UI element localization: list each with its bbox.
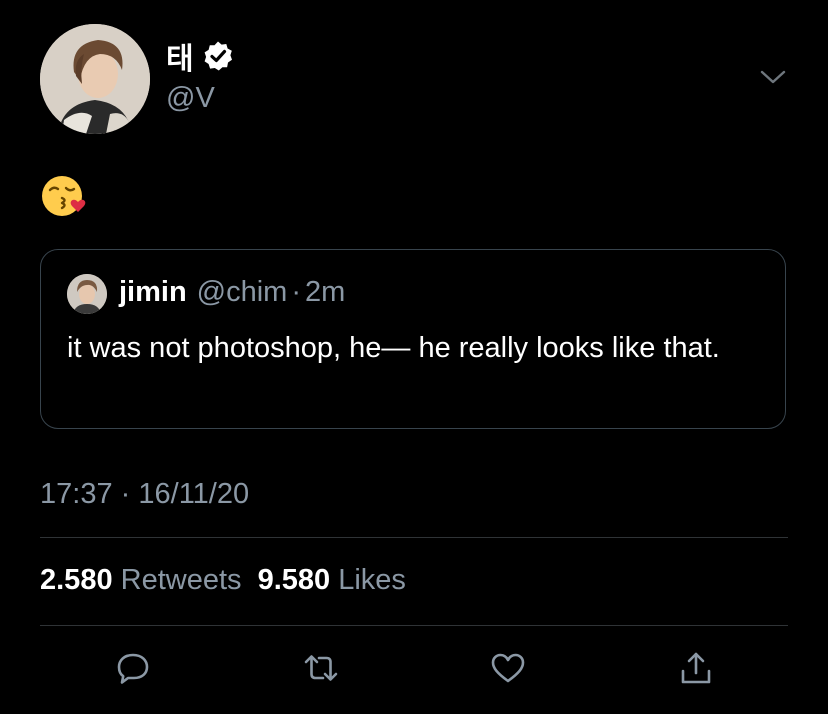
quoted-tweet-text: it was not photoshop, he— he really look… — [67, 332, 720, 364]
like-button[interactable] — [486, 648, 530, 692]
heart-icon — [489, 649, 527, 692]
chevron-down-icon[interactable] — [758, 64, 788, 88]
quoted-separator: · — [291, 276, 302, 308]
retweets-stat[interactable]: 2.580 Retweets — [40, 564, 250, 596]
tweet-time: 17:37 — [40, 478, 113, 510]
likes-count: 9.580 — [257, 564, 331, 596]
quoted-tweet-time: 2m — [305, 276, 346, 308]
share-button[interactable] — [674, 648, 718, 692]
divider-bottom — [40, 625, 788, 626]
quoted-author-avatar — [67, 274, 107, 314]
author-display-name[interactable]: 태 — [166, 34, 194, 78]
author-name-row[interactable]: 태 — [166, 36, 234, 76]
verified-badge-icon — [202, 40, 234, 72]
retweet-button[interactable] — [299, 648, 343, 692]
retweet-icon — [302, 649, 340, 692]
tweet-emoji — [40, 172, 88, 220]
tweet-date: 16/11/20 — [138, 478, 250, 510]
quoted-tweet-header: jimin @chim · 2m — [119, 276, 345, 309]
retweets-label: Retweets — [120, 564, 242, 596]
tweet-timestamp[interactable]: 17:37 · 16/11/20 — [40, 478, 249, 511]
divider-top — [40, 537, 788, 538]
quoted-tweet-card[interactable]: jimin @chim · 2m it was not photoshop, h… — [40, 249, 786, 429]
author-avatar[interactable] — [40, 24, 150, 134]
reply-button[interactable] — [111, 648, 155, 692]
author-handle[interactable]: @V — [166, 82, 215, 115]
tweet-stats: 2.580 Retweets 9.580 Likes — [40, 564, 406, 597]
likes-stat[interactable]: 9.580 Likes — [258, 564, 406, 596]
timestamp-separator: · — [120, 478, 131, 510]
retweets-count: 2.580 — [40, 564, 113, 596]
reply-icon — [114, 649, 152, 692]
quoted-author-handle: @chim — [196, 276, 288, 308]
likes-label: Likes — [338, 564, 406, 596]
quoted-author-name: jimin — [119, 276, 187, 308]
share-icon — [677, 649, 715, 692]
